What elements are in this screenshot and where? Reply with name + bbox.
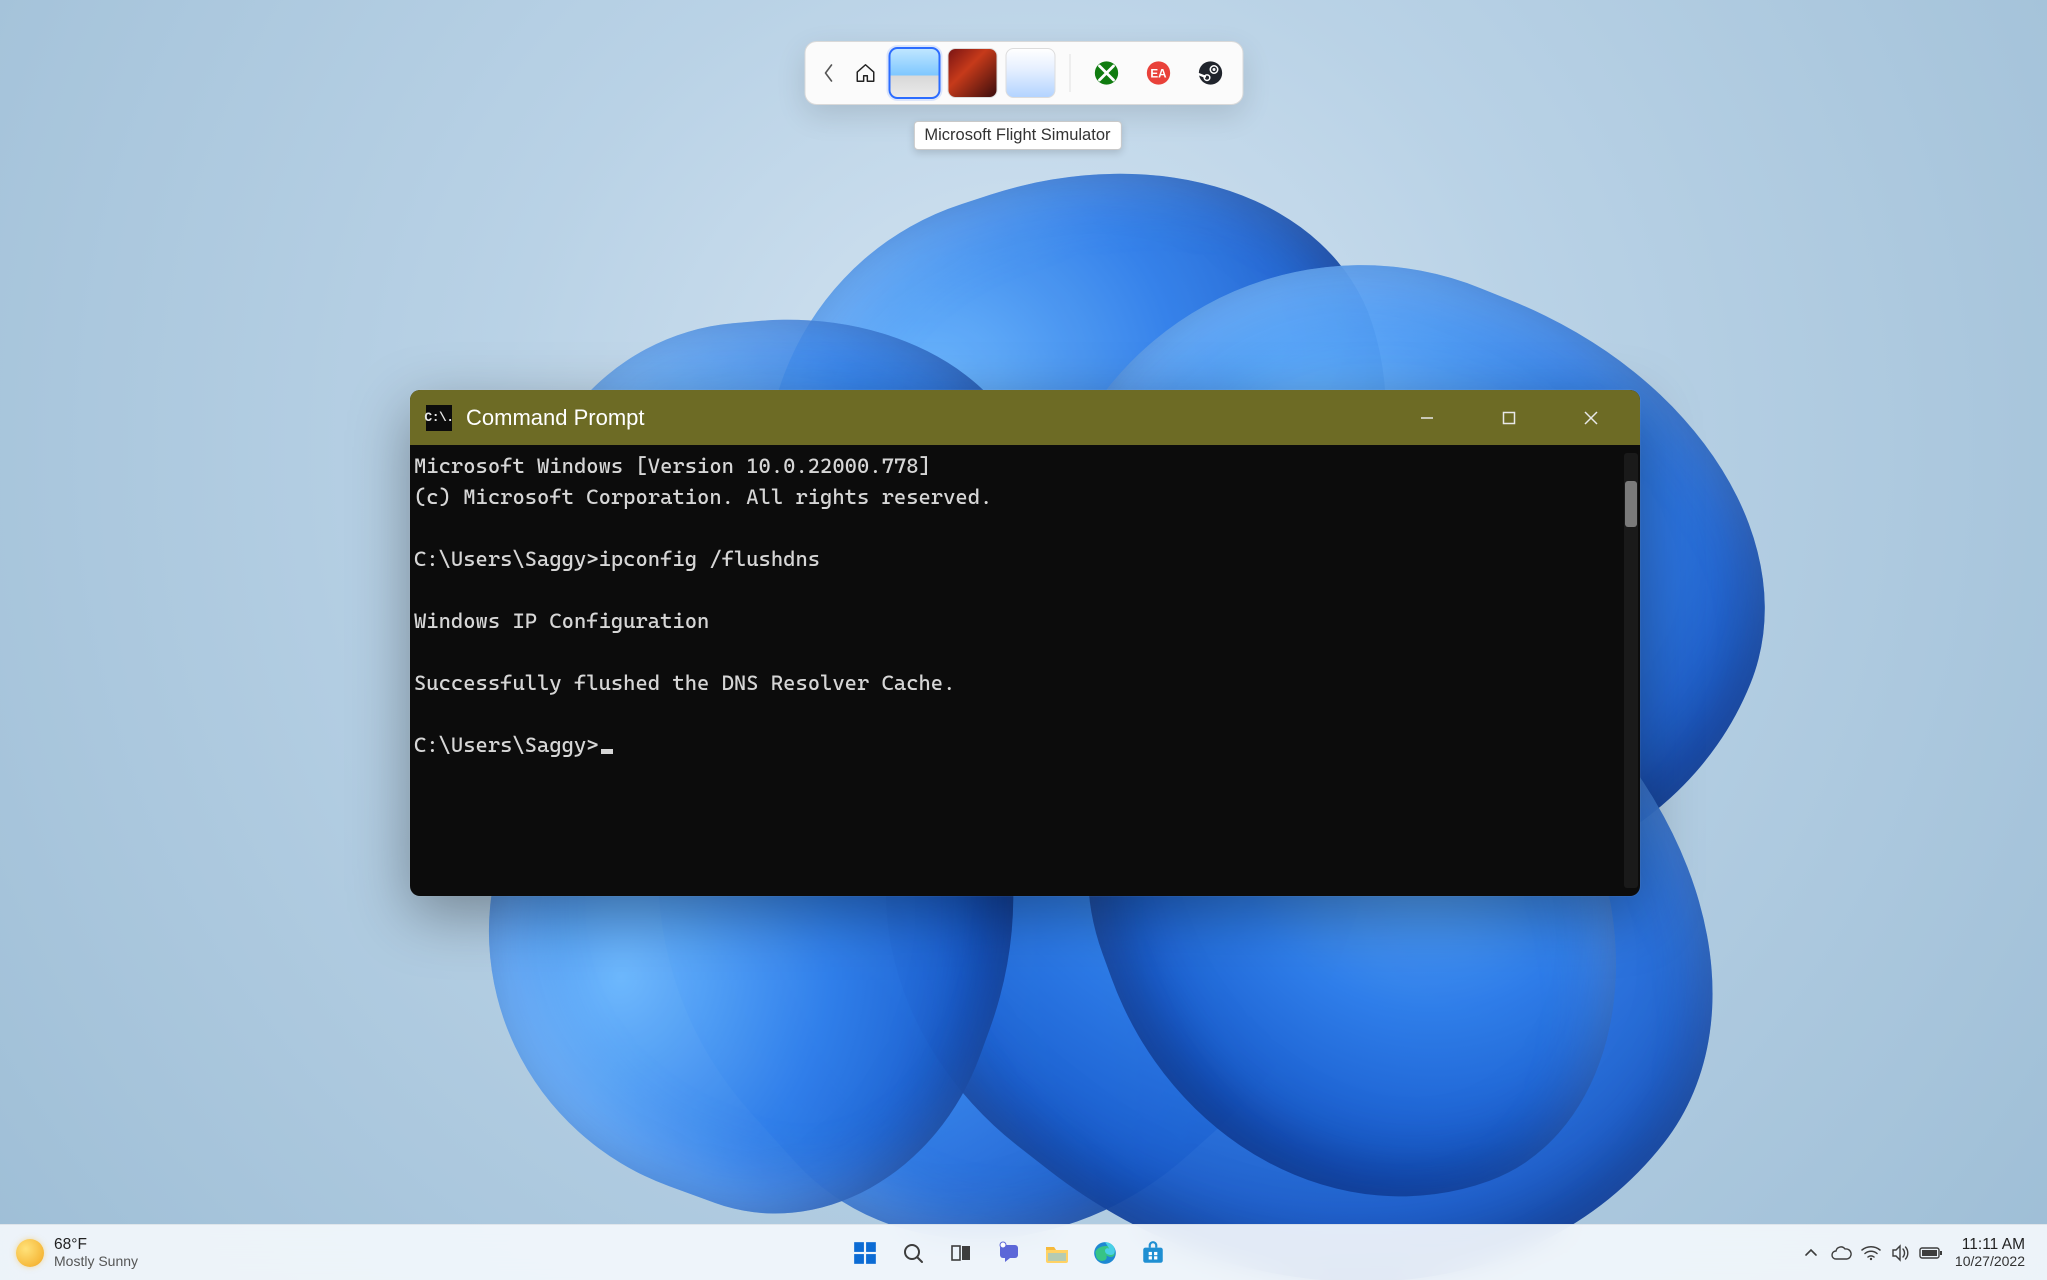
task-view-icon: [949, 1241, 973, 1265]
close-button[interactable]: [1568, 398, 1614, 438]
task-view-button[interactable]: [942, 1234, 980, 1272]
svg-text:EA: EA: [1150, 68, 1167, 81]
clock[interactable]: 11:11 AM 10/27/2022: [1955, 1236, 2025, 1270]
steam-icon: [1196, 59, 1224, 87]
scrollbar-thumb[interactable]: [1625, 481, 1637, 527]
desktop: EA Microsoft Flight Simulator C:\. Comma…: [0, 0, 2047, 1280]
game-bar: EA: [804, 41, 1243, 105]
close-icon: [1583, 410, 1599, 426]
folder-icon: [1044, 1241, 1070, 1265]
terminal-output[interactable]: Microsoft Windows [Version 10.0.22000.77…: [410, 445, 1640, 896]
weather-icon: [16, 1239, 44, 1267]
home-button[interactable]: [849, 50, 881, 96]
home-icon: [854, 62, 876, 84]
minimize-button[interactable]: [1404, 398, 1450, 438]
window-controls: [1404, 398, 1624, 438]
scrollbar-track[interactable]: [1624, 453, 1638, 888]
clock-time: 11:11 AM: [1955, 1236, 2025, 1254]
ea-icon: EA: [1144, 59, 1172, 87]
game-thumb-forza[interactable]: [1005, 48, 1055, 98]
game-thumb-2[interactable]: [947, 48, 997, 98]
clock-date: 10/27/2022: [1955, 1253, 2025, 1269]
taskbar-weather[interactable]: 68°F Mostly Sunny: [0, 1236, 300, 1270]
title-bar[interactable]: C:\. Command Prompt: [410, 390, 1640, 445]
chat-icon: [997, 1241, 1021, 1265]
back-button[interactable]: [815, 50, 841, 96]
onedrive-tray[interactable]: [1829, 1241, 1853, 1265]
xbox-launcher[interactable]: [1084, 51, 1128, 95]
store-icon: [1140, 1240, 1166, 1266]
cmd-line-7: Successfully flushed the DNS Resolver Ca…: [414, 671, 955, 695]
steam-launcher[interactable]: [1188, 51, 1232, 95]
search-icon: [901, 1241, 925, 1265]
game-thumb-flight-simulator[interactable]: [889, 48, 939, 98]
battery-tray[interactable]: [1919, 1241, 1943, 1265]
chat-button[interactable]: [990, 1234, 1028, 1272]
battery-icon: [1919, 1246, 1943, 1260]
cloud-icon: [1830, 1245, 1852, 1261]
search-button[interactable]: [894, 1234, 932, 1272]
cmd-icon: C:\.: [426, 405, 452, 431]
wifi-tray[interactable]: [1859, 1241, 1883, 1265]
window-title: Command Prompt: [466, 405, 1390, 431]
volume-tray[interactable]: [1889, 1241, 1913, 1265]
xbox-icon: [1092, 59, 1120, 87]
edge-button[interactable]: [1086, 1234, 1124, 1272]
tooltip-text: Microsoft Flight Simulator: [924, 126, 1110, 144]
maximize-button[interactable]: [1486, 398, 1532, 438]
maximize-icon: [1501, 410, 1517, 426]
taskbar-center: [300, 1234, 1717, 1272]
start-button[interactable]: [846, 1234, 884, 1272]
cmd-line-1: (c) Microsoft Corporation. All rights re…: [414, 485, 992, 509]
system-tray: 11:11 AM 10/27/2022: [1717, 1236, 2047, 1270]
game-tooltip: Microsoft Flight Simulator: [913, 121, 1121, 150]
file-explorer-button[interactable]: [1038, 1234, 1076, 1272]
cmd-line-9: C:\Users\Saggy>: [414, 733, 599, 757]
minimize-icon: [1419, 410, 1435, 426]
windows-icon: [852, 1240, 878, 1266]
wifi-icon: [1861, 1245, 1881, 1261]
cmd-line-5: Windows IP Configuration: [414, 609, 709, 633]
ea-launcher[interactable]: EA: [1136, 51, 1180, 95]
volume-icon: [1891, 1244, 1911, 1262]
weather-condition: Mostly Sunny: [54, 1253, 138, 1269]
command-prompt-window[interactable]: C:\. Command Prompt Microsoft Windows [V…: [410, 390, 1640, 896]
taskbar: 68°F Mostly Sunny: [0, 1224, 2047, 1280]
weather-temperature: 68°F: [54, 1236, 138, 1254]
chevron-up-icon: [1804, 1246, 1818, 1260]
edge-icon: [1092, 1240, 1118, 1266]
tray-overflow-button[interactable]: [1799, 1241, 1823, 1265]
separator: [1069, 54, 1070, 92]
microsoft-store-button[interactable]: [1134, 1234, 1172, 1272]
cmd-line-3: C:\Users\Saggy>ipconfig /flushdns: [414, 547, 820, 571]
chevron-left-icon: [823, 64, 833, 82]
cursor: [601, 749, 613, 754]
cmd-line-0: Microsoft Windows [Version 10.0.22000.77…: [414, 454, 931, 478]
